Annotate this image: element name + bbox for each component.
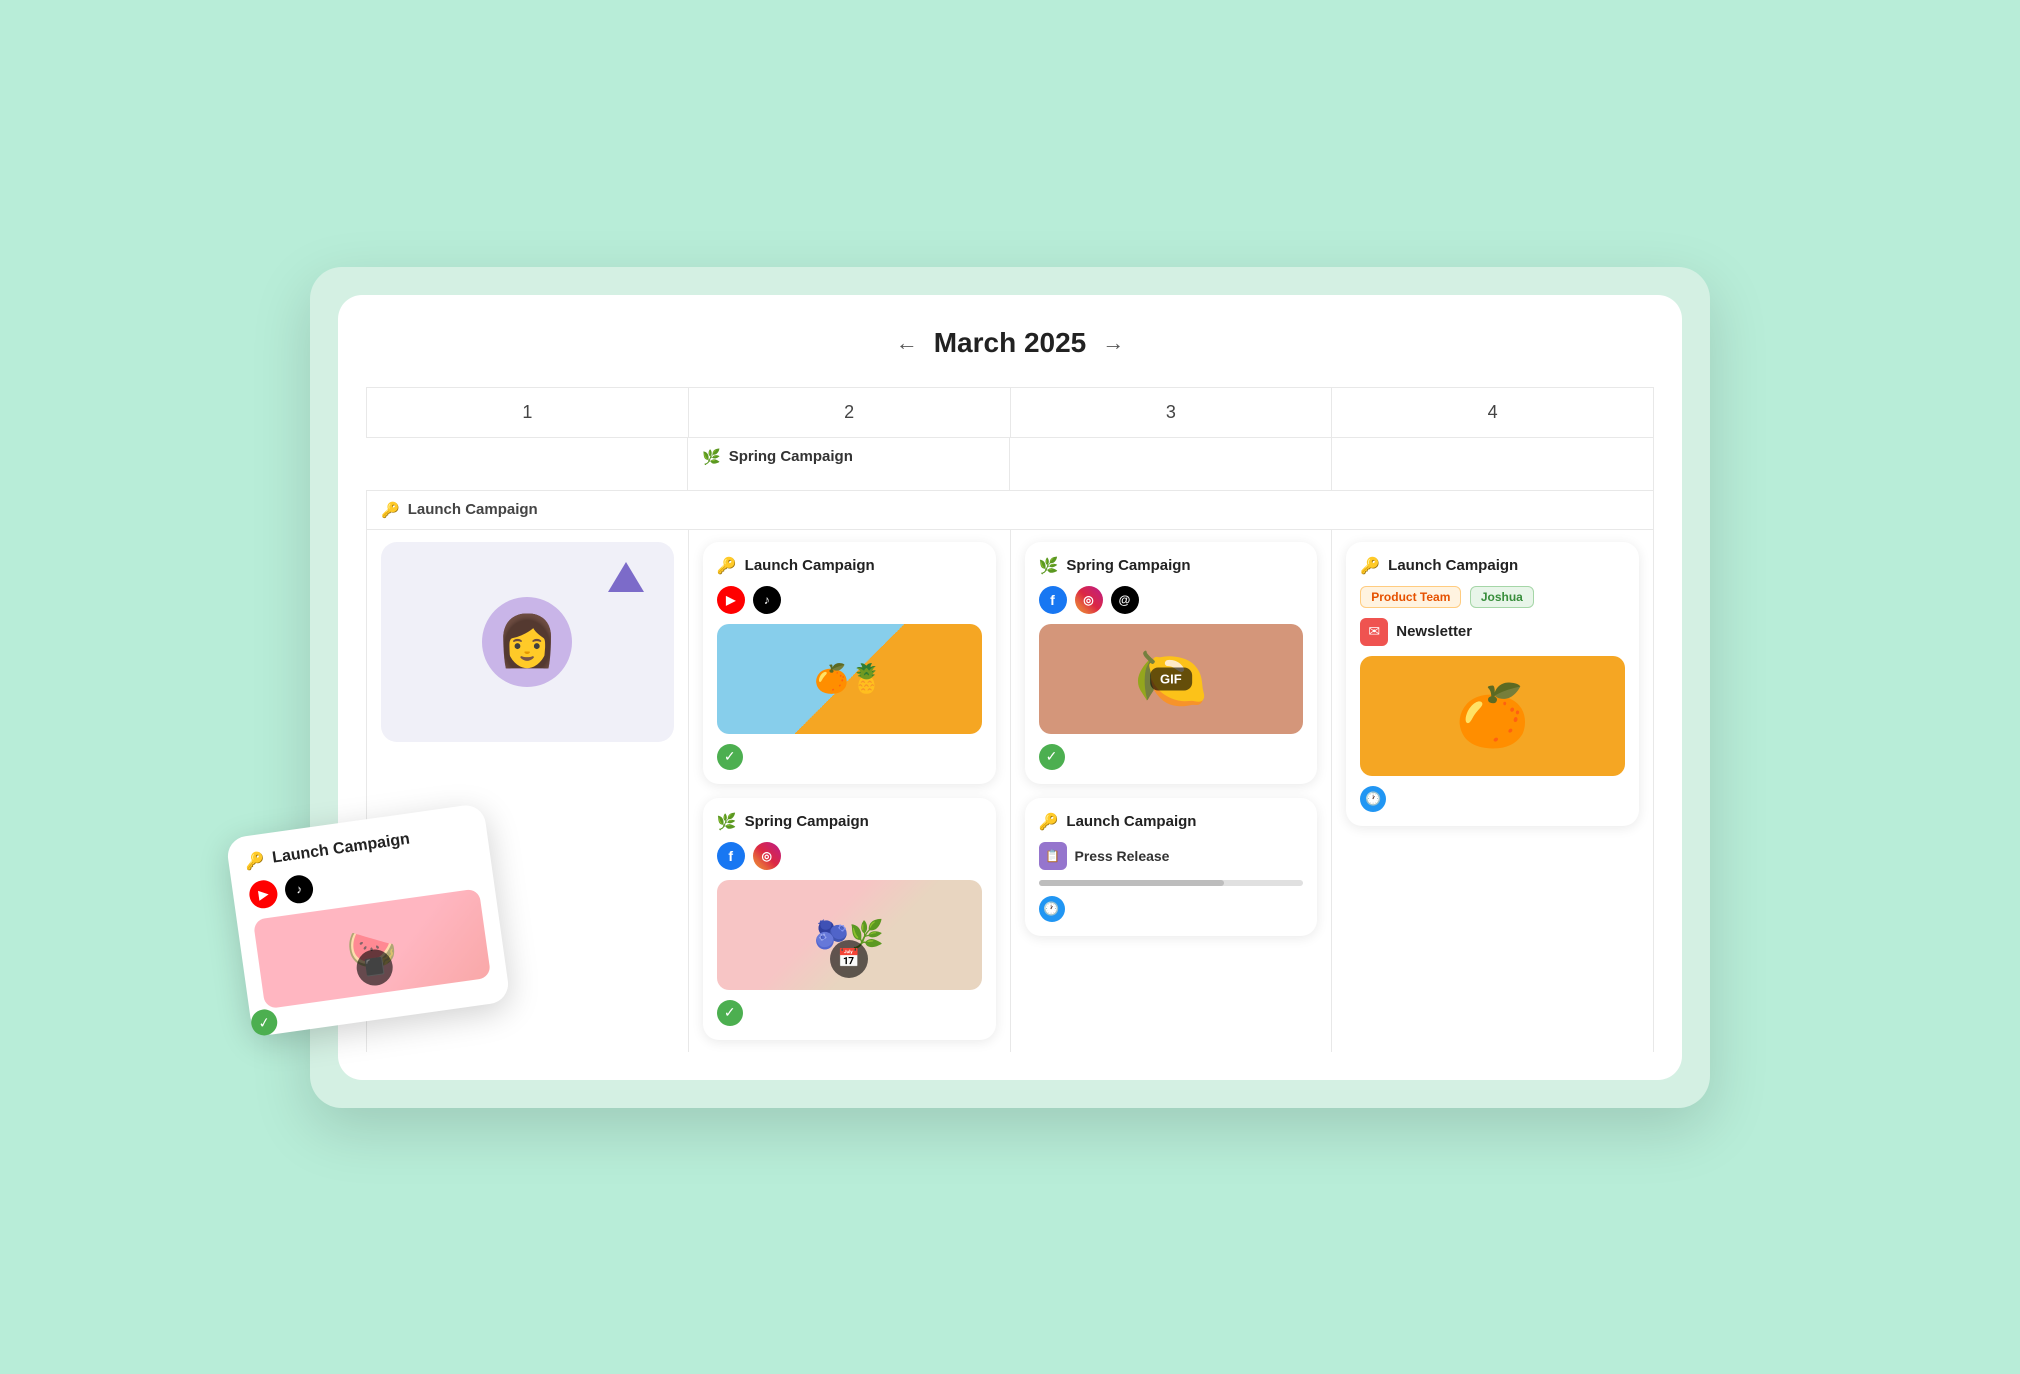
prev-arrow[interactable]: ← — [896, 330, 918, 356]
floating-key-icon: 🔑 — [243, 849, 266, 872]
facebook-icon-2: f — [1039, 586, 1067, 614]
tiktok-icon: ♪ — [753, 586, 781, 614]
card-title-row-2: 🌿 Spring Campaign — [717, 812, 982, 832]
cards-row: 👩 🔑 Launch Campaign ▶ ♪ — [366, 530, 1654, 1052]
product-team-tag: Product Team — [1360, 586, 1461, 608]
card-title-row-4: 🔑 Launch Campaign — [1039, 812, 1304, 832]
card-image-lime: 🍋 GIF — [1039, 624, 1304, 734]
press-release-row: 📋 Press Release — [1039, 842, 1304, 870]
progress-bar — [1039, 880, 1304, 886]
progress-fill — [1039, 880, 1224, 886]
banner-cell-3 — [1010, 438, 1332, 490]
calendar-title: March 2025 — [934, 327, 1087, 359]
banner-cell-1 — [366, 438, 688, 490]
day-col-3: 3 — [1011, 388, 1333, 438]
floating-card[interactable]: 🔑 Launch Campaign ▶ ♪ 🍉 ⬛ ✓ — [225, 802, 510, 1036]
key-icon-1: 🔑 — [717, 556, 737, 576]
day-col-4: 4 — [1332, 388, 1654, 438]
day-col-1: 1 — [367, 388, 689, 438]
launch-campaign-card-col2[interactable]: 🔑 Launch Campaign ▶ ♪ 🍊🍍 ✓ — [703, 542, 996, 784]
spring-campaign-label: Spring Campaign — [729, 448, 853, 465]
card-image-figs: 🫐🌿 📅 — [717, 880, 982, 990]
day-col-2: 2 — [689, 388, 1011, 438]
cards-col-3: 🌿 Spring Campaign f ◎ @ 🍋 GIF ✓ — [1011, 530, 1333, 1052]
spring-campaign-card-col2[interactable]: 🌿 Spring Campaign f ◎ 🫐🌿 📅 ✓ — [703, 798, 996, 1040]
check-badge-1: ✓ — [717, 744, 743, 770]
row-label: 🔑 Launch Campaign — [367, 490, 1654, 530]
avatar: 👩 — [482, 597, 572, 687]
key-icon-5: 🔑 — [1360, 556, 1380, 576]
newsletter-label: Newsletter — [1396, 623, 1472, 640]
leaf-icon: 🌿 — [702, 448, 721, 466]
leaf-icon-3: 🌿 — [1039, 556, 1059, 576]
card-title-1: Launch Campaign — [745, 557, 875, 574]
banner-cell-4 — [1332, 438, 1654, 490]
card-title-5: Launch Campaign — [1388, 557, 1518, 574]
youtube-icon: ▶ — [717, 586, 745, 614]
floating-card-image: 🍉 ⬛ — [253, 888, 491, 1009]
leaf-icon-2: 🌿 — [717, 812, 737, 832]
triangle-decoration — [608, 562, 644, 592]
key-icon-row: 🔑 — [381, 501, 400, 519]
calendar-container: ← March 2025 → 1 2 3 4 🌿 Spring Campaign — [338, 295, 1682, 1080]
card-title-row-3: 🌿 Spring Campaign — [1039, 556, 1304, 576]
card-image-orange: 🍊🍍 — [717, 624, 982, 734]
floating-tiktok-icon: ♪ — [283, 873, 315, 905]
card-title-row: 🔑 Launch Campaign — [717, 556, 982, 576]
cards-col-4: 🔑 Launch Campaign Product Team Joshua ✉ … — [1332, 530, 1654, 1052]
card-title-3: Spring Campaign — [1066, 557, 1190, 574]
joshua-tag: Joshua — [1470, 586, 1534, 608]
card-title-4: Launch Campaign — [1066, 813, 1196, 830]
card-title-row-5: 🔑 Launch Campaign — [1360, 556, 1625, 576]
empty-card: 👩 — [381, 542, 674, 742]
instagram-icon-2: ◎ — [1075, 586, 1103, 614]
next-arrow[interactable]: → — [1102, 330, 1124, 356]
newsletter-row: ✉ Newsletter — [1360, 618, 1625, 646]
tags-row: Product Team Joshua — [1360, 586, 1625, 608]
check-badge-3: ✓ — [1039, 744, 1065, 770]
clock-badge-1: 🕐 — [1039, 896, 1065, 922]
launch-campaign-row-label: Launch Campaign — [408, 501, 538, 518]
floating-check-badge: ✓ — [250, 1007, 279, 1036]
press-icon: 📋 — [1039, 842, 1067, 870]
gif-badge: GIF — [1150, 667, 1192, 690]
outer-container: ← March 2025 → 1 2 3 4 🌿 Spring Campaign — [310, 267, 1710, 1108]
facebook-icon: f — [717, 842, 745, 870]
calendar-grid: 1 2 3 4 — [366, 387, 1654, 438]
card-socials-2: f ◎ — [717, 842, 982, 870]
launch-campaign-card-col3[interactable]: 🔑 Launch Campaign 📋 Press Release 🕐 — [1025, 798, 1318, 936]
card-socials-3: f ◎ @ — [1039, 586, 1304, 614]
card-socials-1: ▶ ♪ — [717, 586, 982, 614]
mail-icon: ✉ — [1360, 618, 1388, 646]
calendar-header: ← March 2025 → — [366, 327, 1654, 359]
spring-campaign-card-col3[interactable]: 🌿 Spring Campaign f ◎ @ 🍋 GIF ✓ — [1025, 542, 1318, 784]
press-release-label: Press Release — [1075, 848, 1170, 864]
launch-campaign-card-col4[interactable]: 🔑 Launch Campaign Product Team Joshua ✉ … — [1346, 542, 1639, 826]
instagram-icon: ◎ — [753, 842, 781, 870]
banner-cell-2: 🌿 Spring Campaign — [688, 438, 1010, 490]
orange-slice-image: 🍊 — [1360, 656, 1625, 776]
check-badge-2: ✓ — [717, 1000, 743, 1026]
orange-fruit-image: 🍊🍍 — [717, 624, 982, 734]
clock-badge-2: 🕐 — [1360, 786, 1386, 812]
floating-yt-icon: ▶ — [248, 878, 280, 910]
key-icon-4: 🔑 — [1039, 812, 1059, 832]
spring-campaign-banner: 🌿 Spring Campaign — [702, 448, 995, 466]
cards-col-2: 🔑 Launch Campaign ▶ ♪ 🍊🍍 ✓ 🌿 — [689, 530, 1011, 1052]
card-title-2: Spring Campaign — [745, 813, 869, 830]
schedule-badge: 📅 — [830, 940, 868, 978]
threads-icon: @ — [1111, 586, 1139, 614]
banner-row: 🌿 Spring Campaign — [366, 438, 1654, 490]
card-image-orange2: 🍊 — [1360, 656, 1625, 776]
row-label-section: 🔑 Launch Campaign — [366, 490, 1654, 530]
